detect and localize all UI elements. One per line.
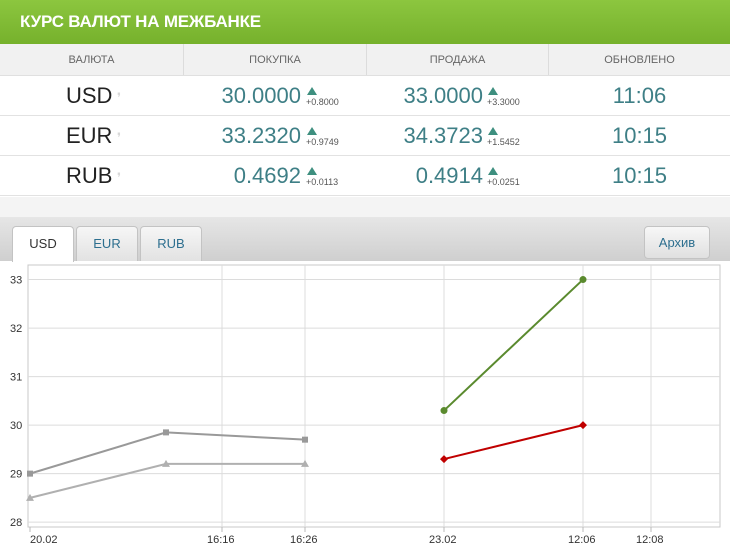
triangle-up-icon	[488, 86, 498, 95]
sell-delta: +0.0251	[487, 176, 520, 187]
x-tick-label: 16:16	[207, 534, 235, 546]
rates-table-header: ВАЛЮТА ПОКУПКА ПРОДАЖА ОБНОВЛЕНО	[0, 44, 730, 76]
buy-delta: +0.0113	[306, 176, 339, 187]
updated-time: 10:15	[611, 122, 668, 148]
page-title: КУРС ВАЛЮТ НА МЕЖБАНКЕ	[20, 12, 261, 31]
triangle-up-icon	[488, 126, 498, 135]
updated-time: 10:15	[611, 162, 668, 188]
x-tick-label: 23.02	[429, 534, 457, 546]
data-point	[302, 436, 308, 443]
pin-icon[interactable]: ❜	[117, 170, 121, 186]
triangle-up-icon	[488, 166, 498, 175]
tab-usd[interactable]: USD	[12, 226, 74, 262]
sell-rate: 33.0000	[403, 82, 483, 108]
sell-delta: +3.3000	[487, 96, 520, 107]
sell-rate: 0.4914	[415, 162, 483, 188]
column-header-updated: ОБНОВЛЕНО	[604, 54, 675, 66]
column-header-buy: ПОКУПКА	[184, 44, 367, 75]
pin-icon[interactable]: ❜	[117, 90, 121, 106]
x-tick-label: 16:26	[290, 534, 318, 546]
table-row: USD ❜ 30.0000 +0.8000 33.0000 +3.3000 11…	[0, 76, 730, 116]
column-header-currency: ВАЛЮТА	[0, 44, 184, 75]
y-tick-label: 30	[10, 420, 22, 432]
pin-icon[interactable]: ❜	[117, 130, 121, 146]
data-point	[579, 276, 587, 284]
triangle-up-icon	[307, 166, 317, 175]
table-row: RUB ❜ 0.4692 +0.0113 0.4914 +0.0251 10:1…	[0, 156, 730, 196]
data-point	[163, 429, 169, 436]
rates-table: ВАЛЮТА ПОКУПКА ПРОДАЖА ОБНОВЛЕНО USD ❜ 3…	[0, 44, 730, 196]
rate-chart-svg: 28 29 30 31 32 33 20.02 16:16 16:26 23.02 12:06 12:…	[10, 264, 721, 546]
plot-frame	[27, 264, 721, 528]
y-tick-label: 32	[10, 323, 22, 335]
data-point	[440, 407, 448, 415]
sell-delta: +1.5452	[487, 136, 520, 147]
section-divider	[0, 197, 730, 217]
updated-time: 11:06	[612, 82, 667, 108]
currency-code: USD	[66, 82, 113, 108]
buy-delta: +0.8000	[306, 96, 339, 107]
currency-code: EUR	[66, 122, 113, 148]
buy-rate: 0.4692	[233, 162, 301, 188]
archive-button[interactable]: Архив	[644, 226, 710, 259]
triangle-up-icon	[307, 126, 317, 135]
chart-toolbar: USD EUR RUB Архив	[0, 217, 730, 262]
data-point	[27, 470, 33, 477]
currency-code: RUB	[66, 162, 113, 188]
buy-rate: 30.0000	[221, 82, 301, 108]
y-tick-label: 33	[10, 275, 22, 287]
x-tick-label: 20.02	[30, 534, 58, 546]
sell-rate: 34.3723	[403, 122, 483, 148]
table-row: EUR ❜ 33.2320 +0.9749 34.3723 +1.5452 10…	[0, 116, 730, 156]
x-tick-label: 12:06	[568, 534, 596, 546]
triangle-up-icon	[307, 86, 317, 95]
page-header: КУРС ВАЛЮТ НА МЕЖБАНКЕ	[0, 0, 730, 52]
rate-chart: 28 29 30 31 32 33 20.02 16:16 16:26 23.02 12:06 12:…	[0, 261, 730, 558]
column-header-sell: ПРОДАЖА	[367, 44, 549, 75]
tab-eur[interactable]: EUR	[76, 226, 138, 261]
buy-delta: +0.9749	[306, 136, 339, 147]
buy-rate: 33.2320	[221, 122, 301, 148]
tab-rub[interactable]: RUB	[140, 226, 202, 261]
x-tick-label: 12:08	[636, 534, 664, 546]
y-tick-label: 28	[10, 517, 22, 529]
y-tick-label: 29	[10, 469, 22, 481]
y-tick-label: 31	[10, 372, 22, 384]
